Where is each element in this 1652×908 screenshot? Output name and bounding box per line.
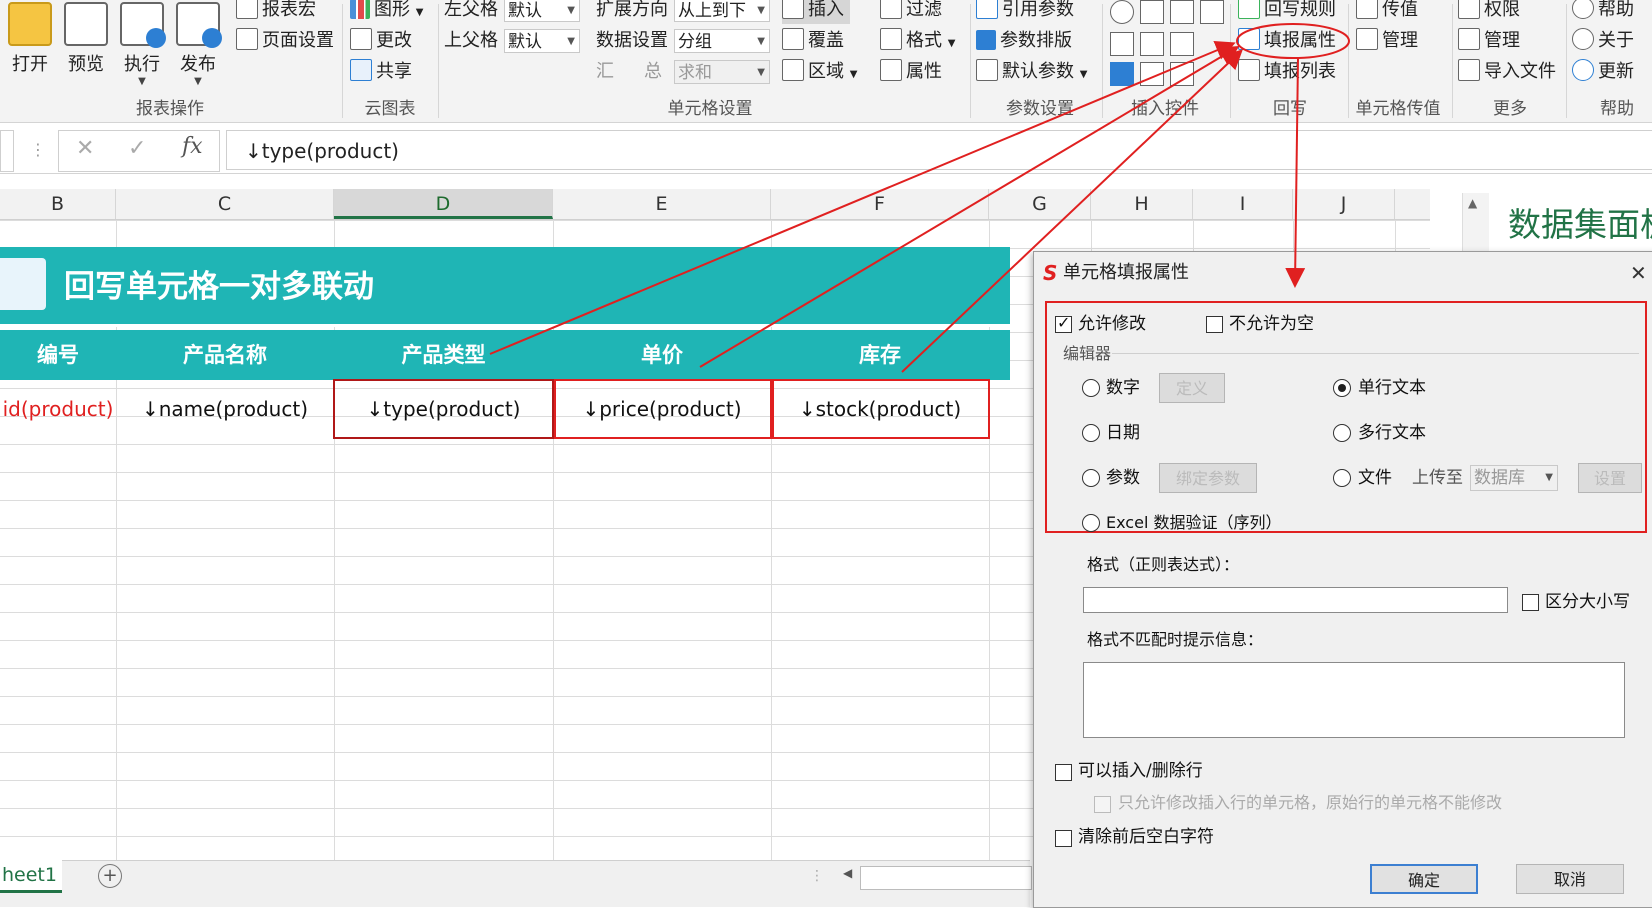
annotation-arrow-stock — [901, 49, 1243, 373]
annotation-arrow-type — [489, 40, 1236, 355]
annotation-arrow-price — [699, 45, 1240, 368]
annotation-overlay — [489, 23, 1350, 373]
annotation-arrow-dialog — [1285, 57, 1306, 288]
annotation-ellipse — [1236, 23, 1350, 59]
